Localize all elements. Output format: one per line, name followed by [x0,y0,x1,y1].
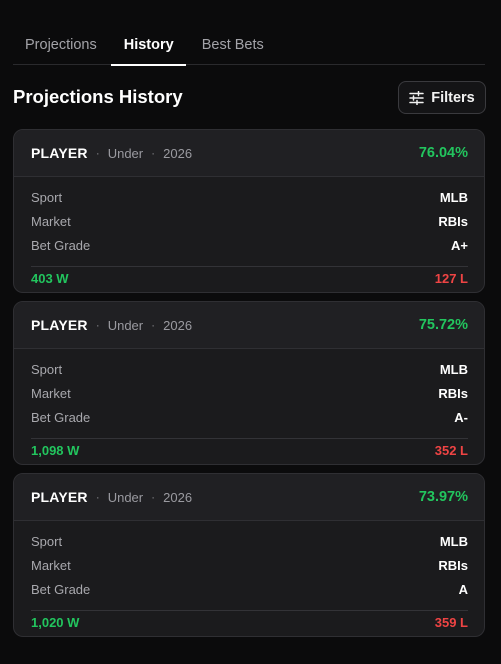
projection-card[interactable]: PLAYER · Under · 2026 76.04% Sport MLB M… [13,129,485,293]
hit-percentage: 75.72% [418,317,468,333]
detail-label: Bet Grade [31,237,91,253]
detail-label: Sport [31,361,63,377]
filters-label: Filters [431,89,475,106]
separator-dot: · [95,146,100,160]
filters-button[interactable]: Filters [398,81,486,114]
separator-dot: · [95,318,100,332]
season-year: 2026 [163,145,193,161]
projection-card[interactable]: PLAYER · Under · 2026 73.97% Sport MLB M… [13,473,485,637]
detail-row-bet-grade: Bet Grade A [31,577,468,601]
win-loss-record: 403 W 127 L [31,266,468,290]
card-header: PLAYER · Under · 2026 75.72% [14,302,484,349]
tab-bar: Projections History Best Bets [13,24,485,66]
losses-count: 352 L [434,443,468,458]
separator-dot: · [151,146,156,160]
losses-count: 127 L [434,271,468,286]
card-header: PLAYER · Under · 2026 76.04% [14,130,484,177]
win-loss-record: 1,098 W 352 L [31,438,468,462]
sliders-icon [409,90,424,105]
detail-value: MLB [439,189,468,205]
detail-row-sport: Sport MLB [31,185,468,209]
season-year: 2026 [163,489,193,505]
detail-value: A+ [451,237,468,253]
detail-label: Market [31,213,71,229]
separator-dot: · [95,490,100,504]
detail-label: Market [31,557,71,573]
detail-value: A [458,581,468,597]
separator-dot: · [151,490,156,504]
detail-label: Sport [31,533,63,549]
win-loss-record: 1,020 W 359 L [31,610,468,634]
card-header: PLAYER · Under · 2026 73.97% [14,474,484,521]
detail-value: MLB [439,361,468,377]
bet-direction: Under [107,317,144,333]
losses-count: 359 L [434,615,468,630]
player-name: PLAYER [31,317,88,333]
player-name: PLAYER [31,489,88,505]
detail-value: RBIs [438,213,468,229]
detail-value: RBIs [438,385,468,401]
separator-dot: · [151,318,156,332]
tab-projections[interactable]: Projections [13,24,111,65]
detail-row-market: Market RBIs [31,553,468,577]
detail-label: Market [31,385,71,401]
detail-row-sport: Sport MLB [31,357,468,381]
detail-label: Sport [31,189,63,205]
bet-direction: Under [107,489,144,505]
tab-best-bets[interactable]: Best Bets [186,24,276,65]
hit-percentage: 73.97% [418,489,468,505]
detail-row-market: Market RBIs [31,381,468,405]
page-title: Projections History [13,86,183,107]
detail-row-sport: Sport MLB [31,529,468,553]
hit-percentage: 76.04% [418,145,468,161]
wins-count: 403 W [31,271,69,286]
detail-row-bet-grade: Bet Grade A+ [31,233,468,257]
detail-value: A- [454,409,468,425]
wins-count: 1,020 W [31,615,80,630]
detail-row-market: Market RBIs [31,209,468,233]
detail-row-bet-grade: Bet Grade A- [31,405,468,429]
detail-label: Bet Grade [31,409,91,425]
bet-direction: Under [107,145,144,161]
season-year: 2026 [163,317,193,333]
detail-label: Bet Grade [31,581,91,597]
wins-count: 1,098 W [31,443,80,458]
tab-history[interactable]: History [110,24,186,66]
detail-value: MLB [439,533,468,549]
detail-value: RBIs [438,557,468,573]
player-name: PLAYER [31,145,88,161]
projection-card[interactable]: PLAYER · Under · 2026 75.72% Sport MLB M… [13,301,485,465]
